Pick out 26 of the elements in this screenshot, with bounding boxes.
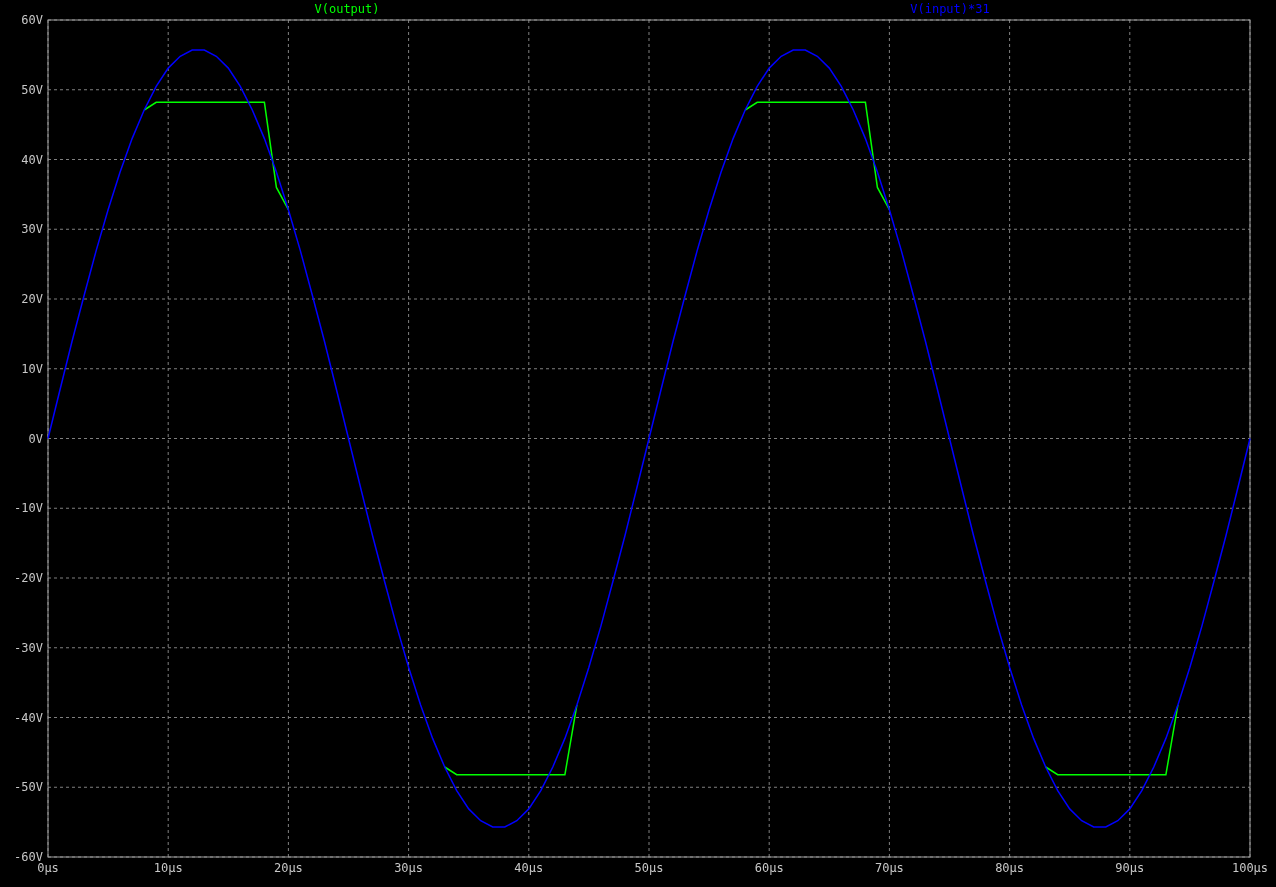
y-tick-label: 40V (21, 152, 43, 167)
y-tick-label: -30V (14, 640, 43, 655)
x-tick-label: 50µs (634, 861, 664, 875)
y-tick-label: 20V (21, 292, 43, 306)
y-tick-label: -20V (14, 571, 43, 585)
x-tick-label: 90µs (1115, 861, 1145, 875)
y-tick-label: -10V (14, 501, 43, 516)
y-tick-label: -50V (14, 780, 43, 795)
x-tick-label: 40µs (514, 861, 544, 875)
x-tick-label: 60µs (754, 861, 784, 875)
x-tick-label: 30µs (394, 861, 424, 875)
x-tick-label: 10µs (153, 861, 183, 875)
trace-legend-label: V(input)*31 (910, 2, 990, 16)
y-tick-label: 50V (21, 82, 43, 97)
y-tick-label: 0V (28, 431, 43, 446)
x-tick-label: 100µs (1231, 861, 1269, 875)
x-tick-label: 70µs (874, 861, 904, 875)
y-tick-label: 60V (21, 13, 43, 27)
y-tick-label: -40V (14, 710, 43, 725)
x-tick-label: 0µs (37, 861, 59, 875)
y-tick-label: -60V (14, 850, 43, 864)
x-tick-label: 80µs (995, 861, 1025, 875)
y-tick-label: 10V (21, 361, 43, 376)
y-tick-label: 30V (21, 222, 43, 237)
trace-legend-label: V(output) (314, 2, 380, 16)
x-tick-label: 20µs (273, 861, 303, 875)
